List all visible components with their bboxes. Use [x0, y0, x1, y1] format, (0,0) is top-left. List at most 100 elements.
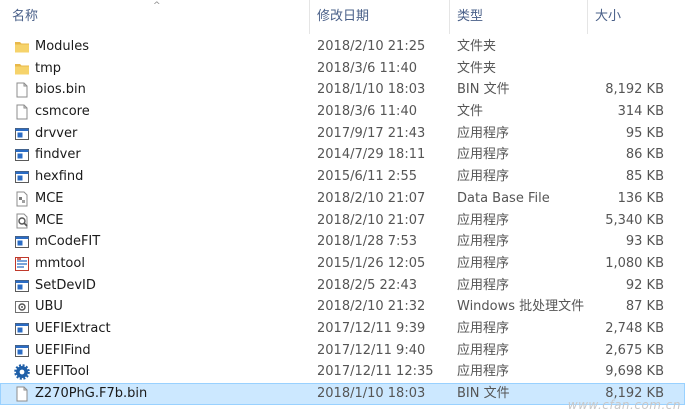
file-modified-date: 2018/2/10 21:07: [317, 190, 426, 206]
file-type: 文件夹: [457, 60, 497, 76]
file-list: Modules 2018/2/10 21:25 文件夹 tmp 2018/3/6 11:…: [0, 36, 685, 405]
file-name: tmp: [35, 60, 62, 76]
file-type: 文件夹: [457, 39, 497, 54]
app-icon: [14, 234, 30, 250]
file-row[interactable]: csmcore 2018/3/6 11:40 文件 314 KB: [0, 101, 685, 123]
file-size: 95 KB: [625, 125, 664, 141]
file-modified-date: 2018/3/6 11:40: [317, 60, 417, 76]
file-type: Data Base File: [457, 190, 550, 206]
file-size: 8,192 KB: [605, 82, 664, 98]
app-icon: [14, 126, 30, 142]
file-modified-date: 2018/3/6 11:40: [317, 104, 417, 120]
file-size: 2,675 KB: [605, 342, 664, 358]
file-row[interactable]: findver 2014/7/29 18:11 应用程序 86 KB: [0, 144, 685, 166]
file-modified-date: 2017/12/11 9:39: [317, 320, 426, 336]
file-row[interactable]: UBU 2018/2/10 21:32 Windows 批处理文件 87 KB: [0, 296, 685, 318]
file-name: bios.bin: [35, 82, 86, 98]
column-header-size[interactable]: 大小: [587, 0, 685, 34]
file-row[interactable]: UEFIFind 2017/12/11 9:40 应用程序 2,675 KB: [0, 340, 685, 362]
app-icon: [14, 169, 30, 185]
file-size: 87 KB: [625, 299, 664, 315]
file-size: 92 KB: [625, 277, 664, 293]
file-icon: [14, 386, 30, 402]
mmtool-icon: [14, 256, 30, 272]
file-modified-date: 2018/2/10 21:07: [317, 212, 426, 228]
file-size: 2,748 KB: [605, 320, 664, 336]
file-modified-date: 2018/1/10 18:03: [317, 386, 426, 401]
file-modified-date: 2015/1/26 12:05: [317, 255, 426, 271]
folder-icon: [14, 39, 30, 55]
file-size: 5,340 KB: [605, 212, 664, 228]
app-icon: [14, 278, 30, 294]
file-type: 应用程序: [457, 342, 510, 358]
file-name: drvver: [35, 125, 78, 141]
file-modified-date: 2018/1/10 18:03: [317, 82, 426, 98]
file-type: 应用程序: [457, 147, 510, 163]
file-size: 9,698 KB: [605, 364, 664, 380]
file-name: UEFITool: [35, 364, 90, 380]
batch-file-icon: [14, 299, 30, 315]
file-type: 应用程序: [457, 212, 510, 228]
file-type: BIN 文件: [457, 386, 510, 401]
file-type: 应用程序: [457, 277, 510, 293]
file-size: 93 KB: [625, 234, 664, 250]
file-row[interactable]: MCE 2018/2/10 21:07 应用程序 5,340 KB: [0, 210, 685, 232]
gear-app-icon: [14, 364, 30, 381]
file-name: mCodeFIT: [35, 234, 101, 250]
app-icon: [14, 321, 30, 337]
file-type: 应用程序: [457, 169, 510, 185]
file-row[interactable]: hexfind 2015/6/11 2:55 应用程序 85 KB: [0, 166, 685, 188]
sort-ascending-icon: ^: [153, 1, 161, 11]
file-modified-date: 2017/12/11 9:40: [317, 342, 426, 358]
file-name: MCE: [35, 190, 64, 206]
column-header-type[interactable]: 类型: [449, 0, 587, 34]
file-type: 应用程序: [457, 364, 510, 380]
file-name: Z270PhG.F7b.bin: [35, 386, 148, 401]
file-modified-date: 2015/6/11 2:55: [317, 169, 417, 185]
file-row[interactable]: UEFIExtract 2017/12/11 9:39 应用程序 2,748 KB: [0, 318, 685, 340]
watermark: www.cfan.com.cn: [567, 398, 681, 412]
file-modified-date: 2014/7/29 18:11: [317, 147, 426, 163]
file-name: UEFIFind: [35, 342, 91, 358]
file-row[interactable]: mCodeFIT 2018/1/28 7:53 应用程序 93 KB: [0, 231, 685, 253]
file-name: UEFIExtract: [35, 320, 111, 336]
file-modified-date: 2018/2/10 21:32: [317, 299, 426, 315]
file-name: MCE: [35, 212, 64, 228]
file-row[interactable]: bios.bin 2018/1/10 18:03 BIN 文件 8,192 KB: [0, 79, 685, 101]
app-icon: [14, 147, 30, 163]
app-icon: [14, 343, 30, 359]
file-modified-date: 2018/1/28 7:53: [317, 234, 417, 250]
file-type: 应用程序: [457, 320, 510, 336]
file-icon: [14, 104, 30, 120]
file-name: findver: [35, 147, 81, 163]
file-name: SetDevID: [35, 277, 96, 293]
file-row[interactable]: mmtool 2015/1/26 12:05 应用程序 1,080 KB: [0, 253, 685, 275]
file-size: 136 KB: [617, 190, 664, 206]
file-row[interactable]: UEFITool 2017/12/11 12:35 应用程序 9,698 KB: [0, 361, 685, 383]
file-name: Modules: [35, 39, 90, 54]
file-name: UBU: [35, 299, 63, 315]
column-header-date[interactable]: 修改日期: [309, 0, 449, 34]
file-row[interactable]: drvver 2017/9/17 21:43 应用程序 95 KB: [0, 123, 685, 145]
file-row[interactable]: MCE 2018/2/10 21:07 Data Base File 136 KB: [0, 188, 685, 210]
file-size: 86 KB: [625, 147, 664, 163]
file-type: 应用程序: [457, 125, 510, 141]
column-header-bar: 名称 ^ 修改日期 类型 大小: [0, 0, 685, 34]
file-name: hexfind: [35, 169, 84, 185]
file-modified-date: 2018/2/10 21:25: [317, 39, 426, 54]
file-type: 应用程序: [457, 234, 510, 250]
file-type: Windows 批处理文件: [457, 299, 585, 315]
file-modified-date: 2017/12/11 12:35: [317, 364, 434, 380]
file-type: BIN 文件: [457, 82, 510, 98]
file-type: 应用程序: [457, 255, 510, 271]
file-row[interactable]: tmp 2018/3/6 11:40 文件夹: [0, 58, 685, 80]
file-modified-date: 2017/9/17 21:43: [317, 125, 426, 141]
file-row[interactable]: SetDevID 2018/2/5 22:43 应用程序 92 KB: [0, 275, 685, 297]
file-name: csmcore: [35, 104, 90, 120]
file-type: 文件: [457, 104, 484, 120]
folder-icon: [14, 61, 30, 77]
file-row[interactable]: Modules 2018/2/10 21:25 文件夹: [0, 36, 685, 58]
file-size: 314 KB: [617, 104, 664, 120]
file-size: 1,080 KB: [605, 255, 664, 271]
file-size: 85 KB: [625, 169, 664, 185]
